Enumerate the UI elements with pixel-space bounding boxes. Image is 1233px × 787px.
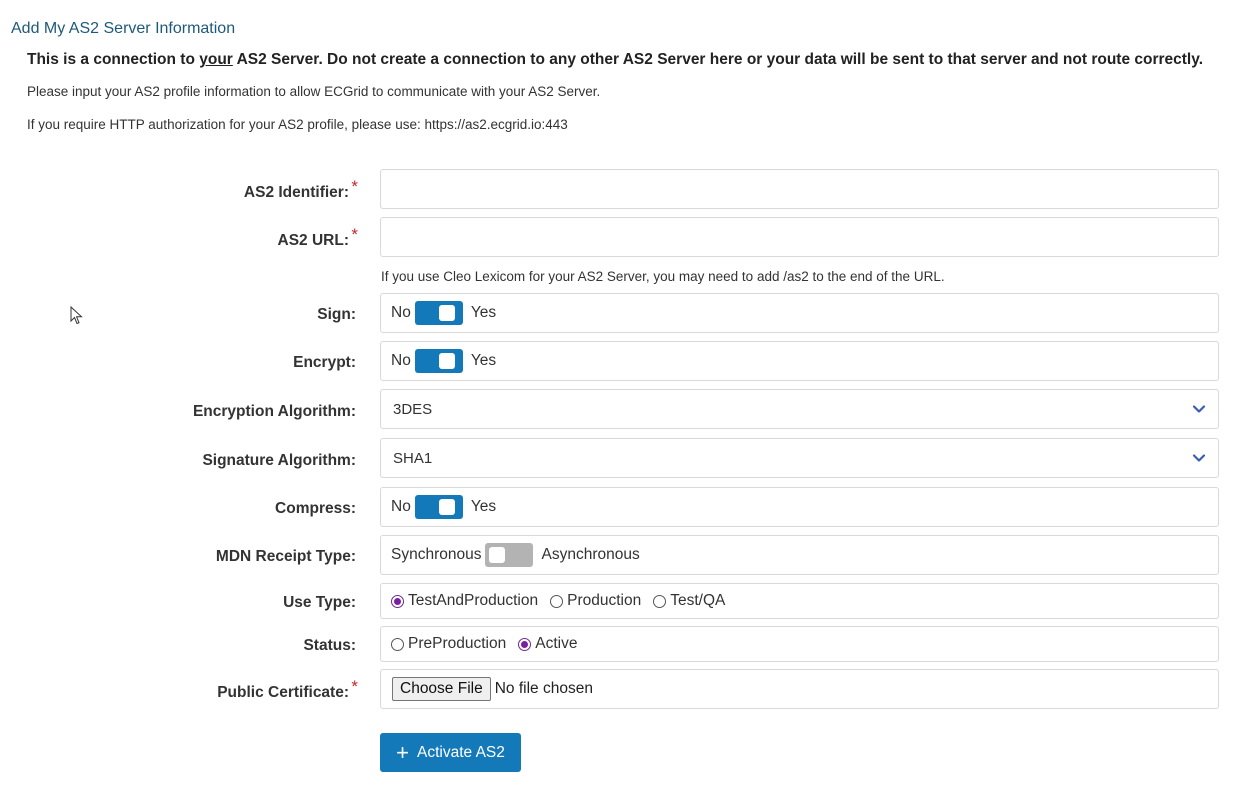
status-option-preproduction[interactable]: PreProduction — [391, 635, 506, 653]
encrypt-toggle-group: No Yes — [380, 341, 1219, 381]
radio-button[interactable] — [653, 594, 667, 608]
choose-file-button[interactable]: Choose File — [392, 677, 491, 701]
required-marker: * — [351, 177, 358, 196]
status-label: Status: — [303, 637, 356, 654]
toggle-knob — [438, 305, 455, 321]
compress-on-label: Yes — [470, 498, 497, 515]
radio-label: PreProduction — [408, 635, 507, 652]
as2-identifier-input[interactable] — [381, 170, 1218, 208]
mdn-receipt-toggle[interactable] — [485, 543, 534, 567]
warning-emphasis: your — [199, 51, 233, 68]
use-type-radio-group: TestAndProduction Production Test/QA — [380, 583, 1219, 619]
encryption-algorithm-select[interactable]: 3DES — [380, 389, 1219, 429]
compress-off-label: No — [391, 498, 411, 515]
file-status-text: No file chosen — [494, 680, 593, 697]
as2-url-label: AS2 URL: * — [277, 225, 358, 249]
warning-text-post: AS2 Server. Do not create a connection t… — [232, 51, 1204, 68]
use-type-option-production[interactable]: Production — [550, 592, 641, 610]
mdn-sync-label: Synchronous — [391, 546, 482, 563]
chevron-down-icon — [1192, 405, 1206, 413]
use-type-option-testandproduction[interactable]: TestAndProduction — [391, 592, 538, 610]
required-marker: * — [351, 225, 358, 244]
sign-on-label: Yes — [470, 304, 497, 321]
as2-identifier-label: AS2 Identifier: * — [243, 177, 358, 201]
required-marker: * — [351, 677, 358, 696]
encrypt-toggle[interactable] — [414, 349, 463, 373]
public-certificate-label: Public Certificate: * — [217, 677, 358, 701]
compress-toggle-group: No Yes — [380, 487, 1219, 527]
radio-button[interactable] — [391, 637, 404, 651]
sign-label: Sign: — [317, 306, 356, 323]
toggle-knob — [438, 353, 455, 369]
signature-algorithm-label: Signature Algorithm: — [202, 452, 356, 469]
plus-icon: + — [396, 739, 409, 765]
encrypt-on-label: Yes — [470, 352, 497, 369]
as2-identifier-field[interactable] — [380, 169, 1219, 209]
chevron-down-icon — [1192, 454, 1206, 462]
signature-algorithm-value: SHA1 — [393, 449, 433, 467]
use-type-option-testqa[interactable]: Test/QA — [653, 592, 725, 610]
public-certificate-field: Choose File No file chosen — [380, 669, 1219, 709]
radio-button[interactable] — [518, 637, 532, 651]
encrypt-label: Encrypt: — [293, 354, 356, 371]
mdn-receipt-type-label: MDN Receipt Type: — [215, 548, 356, 565]
radio-button[interactable] — [550, 594, 564, 608]
page-title: Add My AS2 Server Information — [11, 20, 236, 37]
activate-as2-label: Activate AS2 — [416, 743, 505, 761]
compress-label: Compress: — [275, 500, 356, 517]
encrypt-off-label: No — [391, 352, 411, 369]
encryption-algorithm-label: Encryption Algorithm: — [192, 403, 356, 420]
toggle-knob — [489, 547, 506, 563]
use-type-label: Use Type: — [283, 594, 356, 611]
activate-as2-button[interactable]: + Activate AS2 — [380, 733, 521, 772]
warning-message: This is a connection to your AS2 Server.… — [27, 51, 1203, 69]
http-auth-info: If you require HTTP authorization for yo… — [27, 117, 568, 132]
radio-label: Test/QA — [670, 592, 726, 609]
as2-url-hint: If you use Cleo Lexicom for your AS2 Ser… — [381, 269, 945, 284]
sign-off-label: No — [391, 304, 411, 321]
encryption-algorithm-value: 3DES — [393, 400, 433, 418]
compress-toggle[interactable] — [414, 495, 463, 519]
signature-algorithm-select[interactable]: SHA1 — [380, 438, 1219, 478]
info-text: Please input your AS2 profile informatio… — [27, 84, 601, 99]
warning-text-pre: This is a connection to — [27, 51, 200, 68]
radio-label: Production — [567, 592, 642, 609]
toggle-knob — [438, 499, 455, 515]
mouse-cursor-icon — [70, 306, 83, 325]
sign-toggle[interactable] — [414, 301, 463, 325]
as2-url-input[interactable] — [381, 218, 1218, 256]
status-radio-group: PreProduction Active — [380, 626, 1219, 662]
as2-url-field[interactable] — [380, 217, 1219, 257]
radio-label: TestAndProduction — [408, 592, 539, 609]
radio-label: Active — [535, 635, 578, 652]
mdn-receipt-toggle-group: Synchronous Asynchronous — [380, 535, 1219, 575]
status-option-active[interactable]: Active — [518, 635, 577, 653]
mdn-async-label: Asynchronous — [541, 546, 640, 563]
radio-button[interactable] — [391, 594, 404, 608]
sign-toggle-group: No Yes — [380, 293, 1219, 333]
